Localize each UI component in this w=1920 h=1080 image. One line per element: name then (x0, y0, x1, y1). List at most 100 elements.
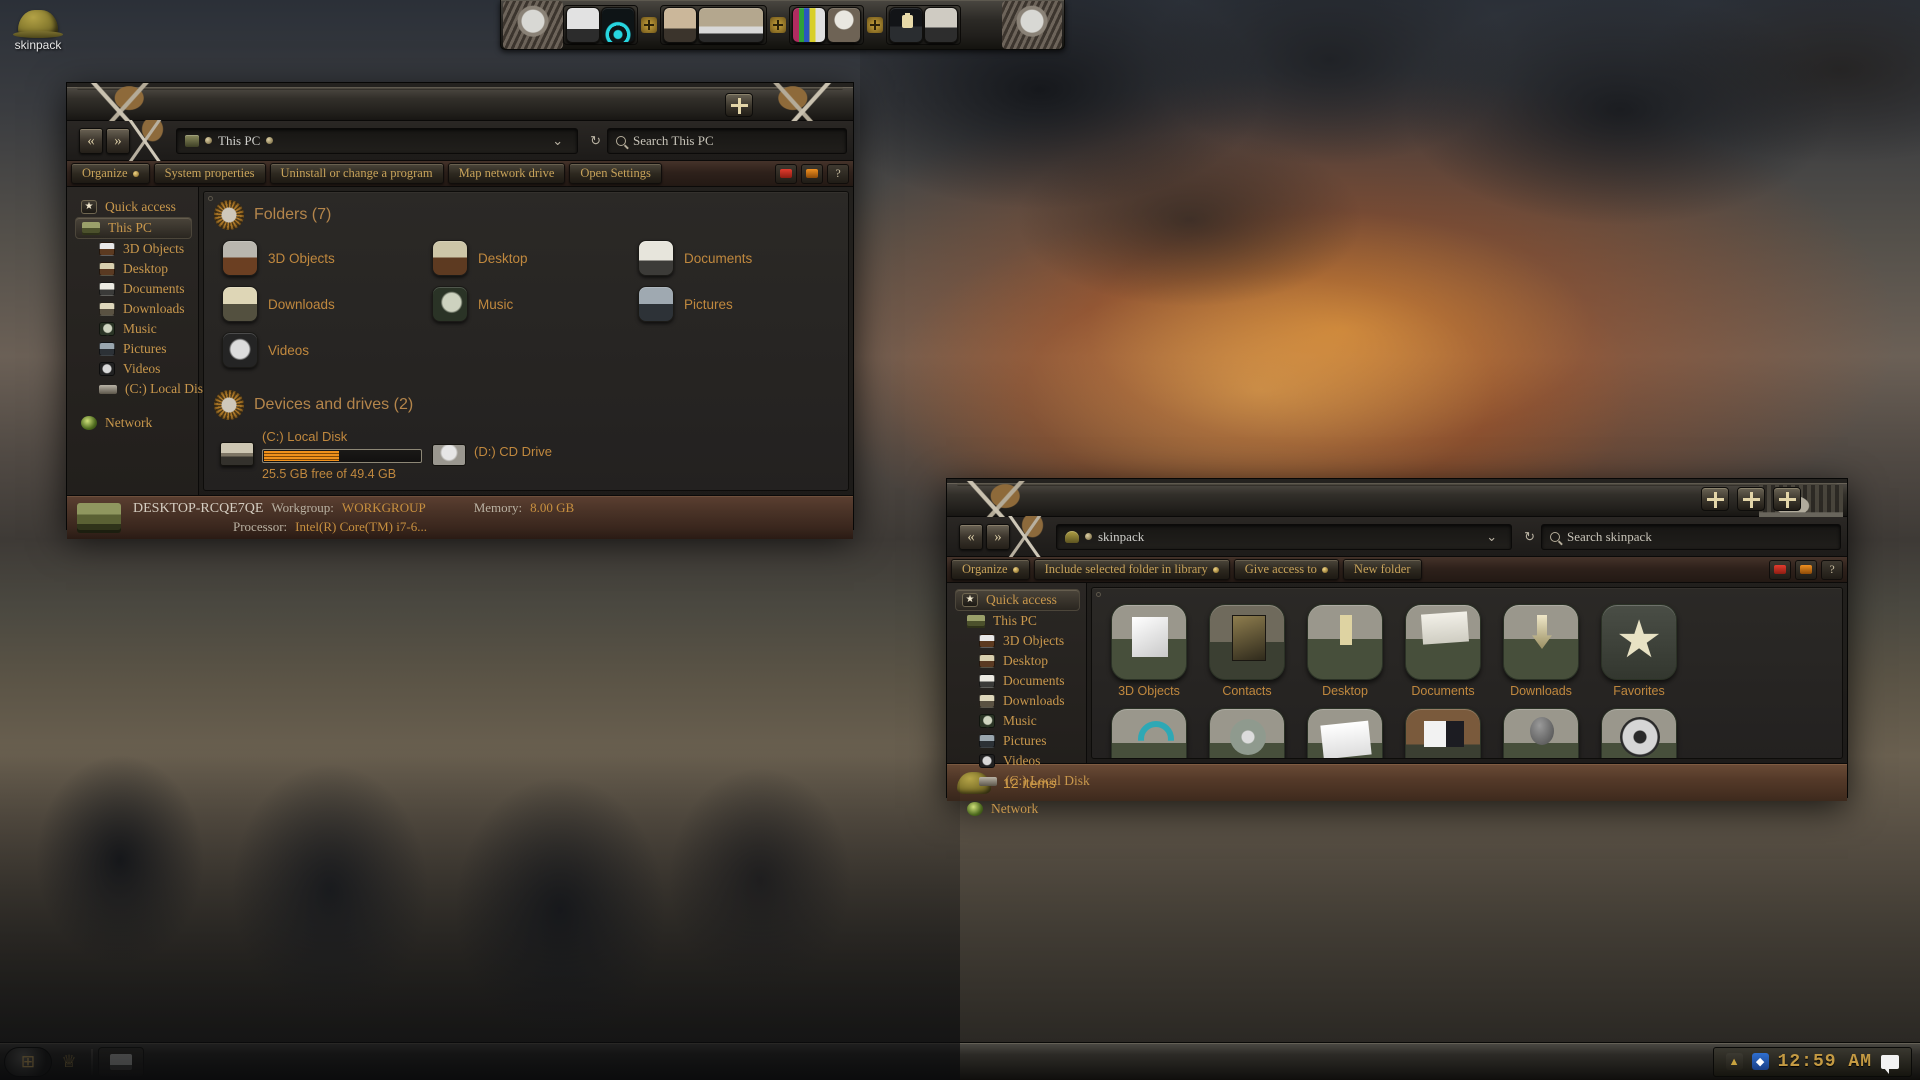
sidebar-item-this-pc[interactable]: This PC (75, 217, 192, 239)
dock-group-4[interactable] (886, 5, 961, 45)
window2-nav-buttons[interactable]: « » (959, 524, 1010, 550)
view-details-button[interactable] (775, 164, 797, 184)
lock-widget-icon[interactable] (889, 7, 923, 43)
give-access-to-button[interactable]: Give access to (1234, 559, 1339, 580)
sidebar-item-downloads[interactable]: Downloads (947, 691, 1086, 711)
add-widget-button-3[interactable] (867, 17, 883, 33)
explorer-window-this-pc[interactable]: « » This PC ⌄ ↻ Search This PC Organize (66, 82, 854, 530)
window2-content[interactable]: 3D Objects Contacts Desktop Documents (1091, 587, 1843, 759)
shield-icon[interactable]: ◆ (1752, 1053, 1769, 1070)
organize-button[interactable]: Organize (951, 559, 1030, 580)
tile-documents[interactable]: Documents (638, 240, 752, 276)
window1-content[interactable]: Folders (7) 3D Objects Desktop Documents (203, 191, 849, 491)
refresh-icon[interactable]: ↻ (584, 133, 607, 149)
item-contacts[interactable]: Contacts (1198, 598, 1296, 702)
item-links[interactable]: Links (1100, 702, 1198, 759)
sidebar-item-pictures[interactable]: Pictures (67, 339, 198, 359)
search-box[interactable]: Search skinpack (1541, 524, 1841, 550)
dock-group-2[interactable] (660, 5, 767, 45)
tile-desktop[interactable]: Desktop (432, 240, 528, 276)
window1-titlebar[interactable] (67, 87, 853, 121)
back-button[interactable]: « (959, 524, 983, 550)
forward-button[interactable]: » (986, 524, 1010, 550)
include-in-library-button[interactable]: Include selected folder in library (1034, 559, 1230, 580)
item-saved-games[interactable]: Saved Games (1394, 702, 1492, 759)
item-3d-objects[interactable]: 3D Objects (1100, 598, 1198, 702)
view-large-icons-button[interactable] (801, 164, 823, 184)
dock-group-1[interactable] (563, 5, 638, 45)
drive-local-disk[interactable]: (C:) Local Disk 25.5 GB free of 49.4 GB (220, 428, 422, 483)
color-bars-widget-icon[interactable] (792, 7, 826, 43)
sidebar-item-documents[interactable]: Documents (67, 279, 198, 299)
sidebar-item-pictures[interactable]: Pictures (947, 731, 1086, 751)
sidebar-item-desktop[interactable]: Desktop (67, 259, 198, 279)
open-settings-button[interactable]: Open Settings (569, 163, 661, 184)
sidebar-item-local-disk[interactable]: (C:) Local Disk (67, 379, 198, 399)
add-widget-button-2[interactable] (770, 17, 786, 33)
item-desktop[interactable]: Desktop (1296, 598, 1394, 702)
monitor-widget-icon[interactable] (566, 7, 600, 43)
item-videos[interactable]: Videos (1590, 702, 1688, 759)
wifi-widget-icon[interactable] (601, 7, 635, 43)
item-music[interactable]: Music (1198, 702, 1296, 759)
item-documents[interactable]: Documents (1394, 598, 1492, 702)
sidebar-item-documents[interactable]: Documents (947, 671, 1086, 691)
gauge-widget-icon[interactable] (827, 7, 861, 43)
window2-titlebar[interactable] (947, 483, 1847, 517)
maximize-button[interactable] (1737, 487, 1765, 511)
sidebar-item-network[interactable]: Network (947, 799, 1086, 819)
uninstall-program-button[interactable]: Uninstall or change a program (270, 163, 444, 184)
forward-button[interactable]: » (106, 128, 130, 154)
view-details-button[interactable] (1769, 560, 1791, 580)
taskbar-item-explorer[interactable] (98, 1047, 144, 1077)
item-pictures[interactable]: Pictures (1296, 702, 1394, 759)
close-button[interactable] (1773, 487, 1801, 511)
sidebar-item-this-pc[interactable]: This PC (947, 611, 1086, 631)
sidebar-item-3d-objects[interactable]: 3D Objects (67, 239, 198, 259)
drive-cd[interactable]: (D:) CD Drive (432, 440, 552, 466)
organize-button[interactable]: Organize (71, 163, 150, 184)
tile-pictures[interactable]: Pictures (638, 286, 733, 322)
chevron-down-icon[interactable]: ⌄ (1480, 529, 1503, 545)
search-box[interactable]: Search This PC (607, 128, 847, 154)
taskbar[interactable]: ⊞ ♕ ▲ ◆ 12:59 AM (0, 1042, 1920, 1080)
sidebar-item-videos[interactable]: Videos (947, 751, 1086, 771)
trophy-icon[interactable]: ♕ (52, 1047, 86, 1077)
camera-widget-icon[interactable] (924, 7, 958, 43)
sidebar-item-network[interactable]: Network (67, 413, 198, 433)
help-button[interactable]: ? (827, 164, 849, 184)
minimize-button[interactable] (1701, 487, 1729, 511)
picture-frame-widget-icon[interactable] (663, 7, 697, 43)
back-button[interactable]: « (79, 128, 103, 154)
refresh-icon[interactable]: ↻ (1518, 529, 1541, 545)
view-large-icons-button[interactable] (1795, 560, 1817, 580)
chevron-down-icon[interactable]: ⌄ (546, 133, 569, 149)
map-network-drive-button[interactable]: Map network drive (448, 163, 566, 184)
sidebar-item-videos[interactable]: Videos (67, 359, 198, 379)
disk-drive-widget-icon[interactable] (698, 7, 764, 43)
window1-nav-buttons[interactable]: « » (79, 128, 130, 154)
item-favorites[interactable]: Favorites (1590, 598, 1688, 702)
tile-music[interactable]: Music (432, 286, 513, 322)
sidebar-item-music[interactable]: Music (947, 711, 1086, 731)
system-tray[interactable]: ▲ ◆ 12:59 AM (1713, 1047, 1912, 1077)
widget-dock[interactable] (500, 0, 1065, 50)
start-button[interactable]: ⊞ (4, 1047, 52, 1077)
sidebar-item-quick-access[interactable]: ★ Quick access (955, 589, 1080, 611)
tile-3d-objects[interactable]: 3D Objects (222, 240, 335, 276)
sidebar-item-downloads[interactable]: Downloads (67, 299, 198, 319)
new-folder-button[interactable]: New folder (1343, 559, 1422, 580)
sidebar-item-quick-access[interactable]: ★ Quick access (67, 197, 198, 217)
person-icon[interactable]: ▲ (1726, 1053, 1743, 1070)
sidebar-item-desktop[interactable]: Desktop (947, 651, 1086, 671)
tile-videos[interactable]: Videos (222, 332, 309, 368)
sidebar-item-music[interactable]: Music (67, 319, 198, 339)
desktop-icon-skinpack[interactable]: skinpack (6, 4, 70, 52)
item-downloads[interactable]: Downloads (1492, 598, 1590, 702)
system-properties-button[interactable]: System properties (154, 163, 266, 184)
help-button[interactable]: ? (1821, 560, 1843, 580)
sidebar-item-3d-objects[interactable]: 3D Objects (947, 631, 1086, 651)
add-widget-button-1[interactable] (641, 17, 657, 33)
address-bar[interactable]: skinpack ⌄ (1056, 524, 1512, 550)
dock-group-3[interactable] (789, 5, 864, 45)
